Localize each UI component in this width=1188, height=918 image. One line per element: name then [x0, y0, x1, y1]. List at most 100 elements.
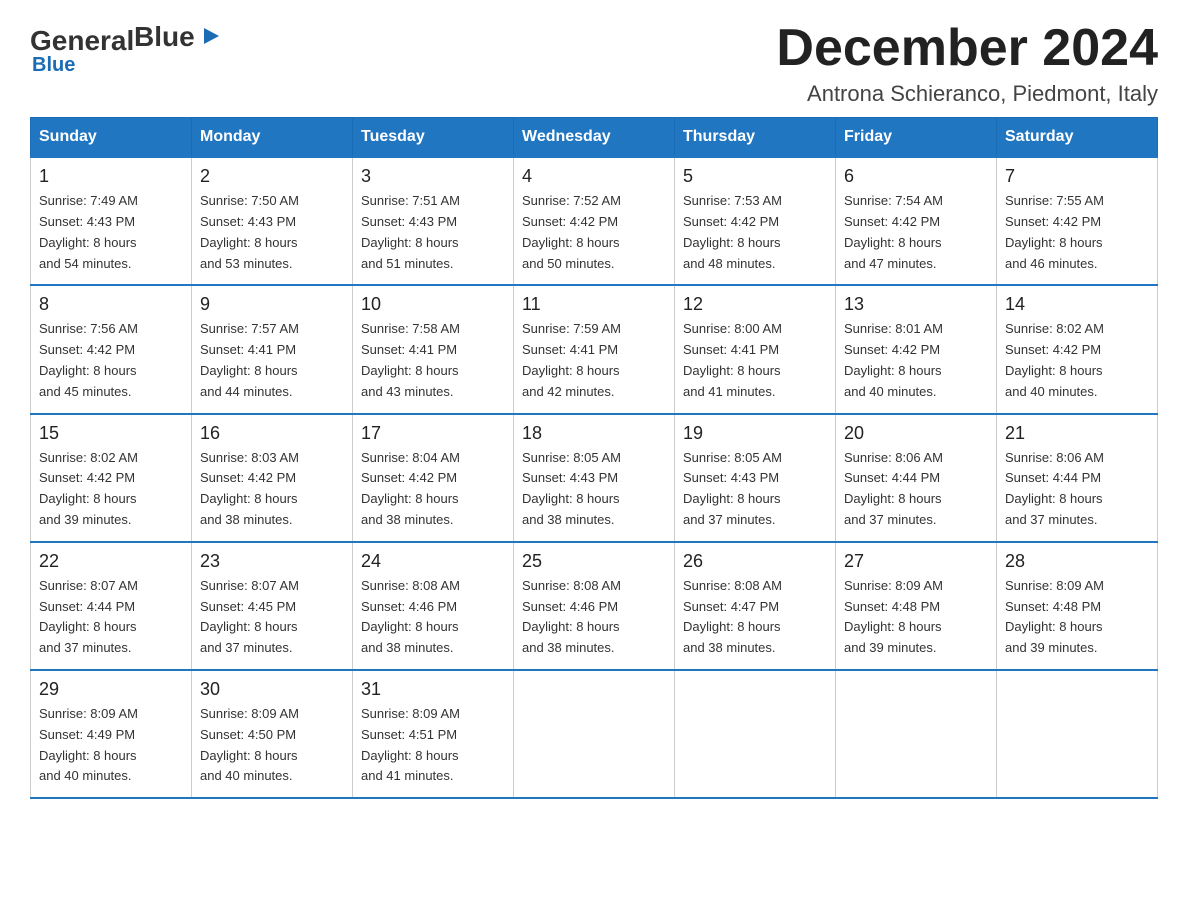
day-info-24: Sunrise: 8:08 AMSunset: 4:46 PMDaylight:…	[361, 576, 505, 659]
day-info-6: Sunrise: 7:54 AMSunset: 4:42 PMDaylight:…	[844, 191, 988, 274]
day-number-13: 13	[844, 294, 988, 315]
day-number-11: 11	[522, 294, 666, 315]
day-cell-21: 21 Sunrise: 8:06 AMSunset: 4:44 PMDaylig…	[997, 414, 1158, 542]
day-number-26: 26	[683, 551, 827, 572]
day-number-24: 24	[361, 551, 505, 572]
day-info-25: Sunrise: 8:08 AMSunset: 4:46 PMDaylight:…	[522, 576, 666, 659]
day-cell-15: 15 Sunrise: 8:02 AMSunset: 4:42 PMDaylig…	[31, 414, 192, 542]
day-number-9: 9	[200, 294, 344, 315]
calendar-table: Sunday Monday Tuesday Wednesday Thursday…	[30, 117, 1158, 799]
week-row-4: 22 Sunrise: 8:07 AMSunset: 4:44 PMDaylig…	[31, 542, 1158, 670]
header-thursday: Thursday	[675, 118, 836, 158]
day-cell-28: 28 Sunrise: 8:09 AMSunset: 4:48 PMDaylig…	[997, 542, 1158, 670]
day-number-19: 19	[683, 423, 827, 444]
day-info-2: Sunrise: 7:50 AMSunset: 4:43 PMDaylight:…	[200, 191, 344, 274]
day-info-18: Sunrise: 8:05 AMSunset: 4:43 PMDaylight:…	[522, 448, 666, 531]
weekday-header-row: Sunday Monday Tuesday Wednesday Thursday…	[31, 118, 1158, 158]
header-saturday: Saturday	[997, 118, 1158, 158]
day-info-26: Sunrise: 8:08 AMSunset: 4:47 PMDaylight:…	[683, 576, 827, 659]
day-cell-16: 16 Sunrise: 8:03 AMSunset: 4:42 PMDaylig…	[192, 414, 353, 542]
logo-svg: Blue	[134, 20, 219, 55]
day-cell-8: 8 Sunrise: 7:56 AMSunset: 4:42 PMDayligh…	[31, 285, 192, 413]
day-number-6: 6	[844, 166, 988, 187]
day-number-4: 4	[522, 166, 666, 187]
header-friday: Friday	[836, 118, 997, 158]
day-info-31: Sunrise: 8:09 AMSunset: 4:51 PMDaylight:…	[361, 704, 505, 787]
calendar-title: December 2024	[776, 20, 1158, 77]
day-number-22: 22	[39, 551, 183, 572]
day-cell-31: 31 Sunrise: 8:09 AMSunset: 4:51 PMDaylig…	[353, 670, 514, 798]
day-cell-12: 12 Sunrise: 8:00 AMSunset: 4:41 PMDaylig…	[675, 285, 836, 413]
day-number-29: 29	[39, 679, 183, 700]
day-number-16: 16	[200, 423, 344, 444]
title-area: December 2024 Antrona Schieranco, Piedmo…	[776, 20, 1158, 107]
header-monday: Monday	[192, 118, 353, 158]
day-number-5: 5	[683, 166, 827, 187]
day-info-3: Sunrise: 7:51 AMSunset: 4:43 PMDaylight:…	[361, 191, 505, 274]
day-info-29: Sunrise: 8:09 AMSunset: 4:49 PMDaylight:…	[39, 704, 183, 787]
week-row-2: 8 Sunrise: 7:56 AMSunset: 4:42 PMDayligh…	[31, 285, 1158, 413]
day-info-5: Sunrise: 7:53 AMSunset: 4:42 PMDaylight:…	[683, 191, 827, 274]
day-number-27: 27	[844, 551, 988, 572]
header-wednesday: Wednesday	[514, 118, 675, 158]
day-cell-11: 11 Sunrise: 7:59 AMSunset: 4:41 PMDaylig…	[514, 285, 675, 413]
day-cell-2: 2 Sunrise: 7:50 AMSunset: 4:43 PMDayligh…	[192, 157, 353, 285]
week-row-1: 1 Sunrise: 7:49 AMSunset: 4:43 PMDayligh…	[31, 157, 1158, 285]
day-cell-22: 22 Sunrise: 8:07 AMSunset: 4:44 PMDaylig…	[31, 542, 192, 670]
day-number-3: 3	[361, 166, 505, 187]
day-cell-7: 7 Sunrise: 7:55 AMSunset: 4:42 PMDayligh…	[997, 157, 1158, 285]
day-number-15: 15	[39, 423, 183, 444]
page-header: General Blue Blue December 2024 Antrona …	[30, 20, 1158, 107]
day-cell-20: 20 Sunrise: 8:06 AMSunset: 4:44 PMDaylig…	[836, 414, 997, 542]
day-cell-9: 9 Sunrise: 7:57 AMSunset: 4:41 PMDayligh…	[192, 285, 353, 413]
svg-text:Blue: Blue	[134, 21, 195, 52]
day-info-14: Sunrise: 8:02 AMSunset: 4:42 PMDaylight:…	[1005, 319, 1149, 402]
day-cell-14: 14 Sunrise: 8:02 AMSunset: 4:42 PMDaylig…	[997, 285, 1158, 413]
day-info-12: Sunrise: 8:00 AMSunset: 4:41 PMDaylight:…	[683, 319, 827, 402]
day-info-21: Sunrise: 8:06 AMSunset: 4:44 PMDaylight:…	[1005, 448, 1149, 531]
logo-general: General	[30, 25, 134, 57]
day-number-18: 18	[522, 423, 666, 444]
day-cell-29: 29 Sunrise: 8:09 AMSunset: 4:49 PMDaylig…	[31, 670, 192, 798]
day-number-23: 23	[200, 551, 344, 572]
day-cell-23: 23 Sunrise: 8:07 AMSunset: 4:45 PMDaylig…	[192, 542, 353, 670]
day-info-27: Sunrise: 8:09 AMSunset: 4:48 PMDaylight:…	[844, 576, 988, 659]
empty-cell	[675, 670, 836, 798]
day-cell-18: 18 Sunrise: 8:05 AMSunset: 4:43 PMDaylig…	[514, 414, 675, 542]
day-number-28: 28	[1005, 551, 1149, 572]
day-number-25: 25	[522, 551, 666, 572]
day-info-9: Sunrise: 7:57 AMSunset: 4:41 PMDaylight:…	[200, 319, 344, 402]
day-info-28: Sunrise: 8:09 AMSunset: 4:48 PMDaylight:…	[1005, 576, 1149, 659]
logo-blue: Blue	[134, 20, 219, 62]
logo-blue-underline: Blue	[32, 54, 75, 77]
week-row-3: 15 Sunrise: 8:02 AMSunset: 4:42 PMDaylig…	[31, 414, 1158, 542]
empty-cell	[997, 670, 1158, 798]
day-cell-5: 5 Sunrise: 7:53 AMSunset: 4:42 PMDayligh…	[675, 157, 836, 285]
day-cell-4: 4 Sunrise: 7:52 AMSunset: 4:42 PMDayligh…	[514, 157, 675, 285]
day-info-17: Sunrise: 8:04 AMSunset: 4:42 PMDaylight:…	[361, 448, 505, 531]
day-cell-6: 6 Sunrise: 7:54 AMSunset: 4:42 PMDayligh…	[836, 157, 997, 285]
logo: General Blue Blue	[30, 20, 219, 77]
day-info-19: Sunrise: 8:05 AMSunset: 4:43 PMDaylight:…	[683, 448, 827, 531]
day-info-4: Sunrise: 7:52 AMSunset: 4:42 PMDaylight:…	[522, 191, 666, 274]
day-info-13: Sunrise: 8:01 AMSunset: 4:42 PMDaylight:…	[844, 319, 988, 402]
day-info-11: Sunrise: 7:59 AMSunset: 4:41 PMDaylight:…	[522, 319, 666, 402]
day-number-2: 2	[200, 166, 344, 187]
day-info-7: Sunrise: 7:55 AMSunset: 4:42 PMDaylight:…	[1005, 191, 1149, 274]
day-info-30: Sunrise: 8:09 AMSunset: 4:50 PMDaylight:…	[200, 704, 344, 787]
day-number-20: 20	[844, 423, 988, 444]
day-cell-30: 30 Sunrise: 8:09 AMSunset: 4:50 PMDaylig…	[192, 670, 353, 798]
day-number-10: 10	[361, 294, 505, 315]
day-cell-13: 13 Sunrise: 8:01 AMSunset: 4:42 PMDaylig…	[836, 285, 997, 413]
empty-cell	[514, 670, 675, 798]
day-info-15: Sunrise: 8:02 AMSunset: 4:42 PMDaylight:…	[39, 448, 183, 531]
header-sunday: Sunday	[31, 118, 192, 158]
day-info-23: Sunrise: 8:07 AMSunset: 4:45 PMDaylight:…	[200, 576, 344, 659]
empty-cell	[836, 670, 997, 798]
day-number-7: 7	[1005, 166, 1149, 187]
day-cell-24: 24 Sunrise: 8:08 AMSunset: 4:46 PMDaylig…	[353, 542, 514, 670]
day-info-20: Sunrise: 8:06 AMSunset: 4:44 PMDaylight:…	[844, 448, 988, 531]
day-cell-19: 19 Sunrise: 8:05 AMSunset: 4:43 PMDaylig…	[675, 414, 836, 542]
day-info-10: Sunrise: 7:58 AMSunset: 4:41 PMDaylight:…	[361, 319, 505, 402]
day-info-1: Sunrise: 7:49 AMSunset: 4:43 PMDaylight:…	[39, 191, 183, 274]
